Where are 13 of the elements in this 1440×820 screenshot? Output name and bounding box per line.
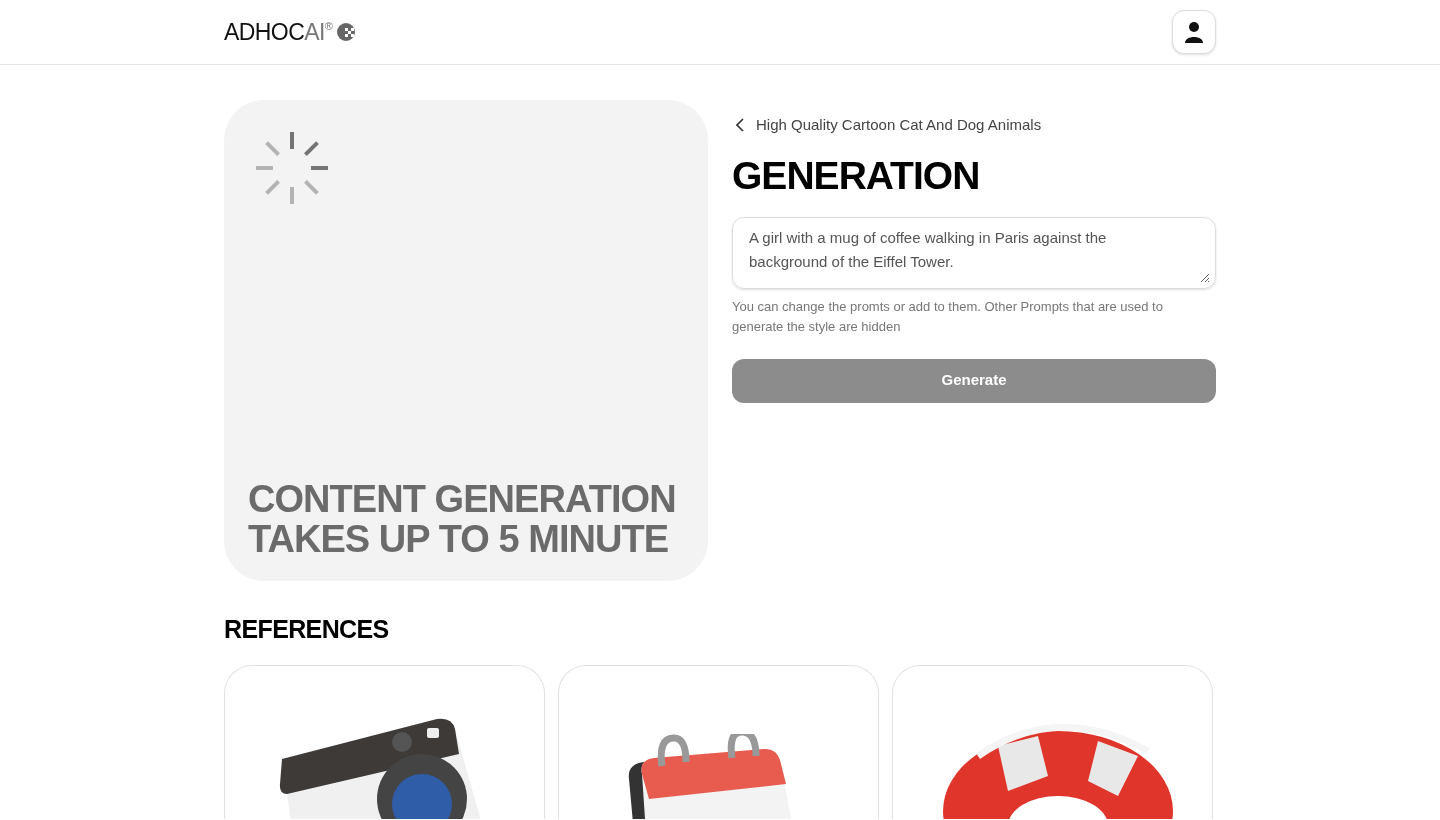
section-title: REFERENCES: [224, 614, 390, 645]
logo-text[interactable]: ADHOCAI$^{®}$: [224, 17, 333, 47]
user-icon: [1185, 21, 1203, 43]
resize-handle-icon[interactable]: [1200, 272, 1210, 283]
page-title: GENERATION: [732, 152, 981, 199]
prompt-field[interactable]: A girl with a mug of coffee walking in Paris against the background of the Eiffel Tower.: [732, 216, 1216, 289]
prompt-hint: You can change the promts or add to them. Other Prompts that are used to generate the style are hidden: [732, 297, 1164, 336]
generation-time-notice: CONTENT GENERATION TAKES UP TO 5 MINUTE: [248, 479, 677, 559]
chevron-left-icon: [736, 118, 744, 133]
profile-button[interactable]: [1172, 10, 1216, 54]
reference-card[interactable]: [224, 665, 545, 819]
logo-mark-icon: [336, 22, 357, 42]
back-link[interactable]: High Quality Cartoon Cat And Dog Animals: [732, 114, 1216, 137]
